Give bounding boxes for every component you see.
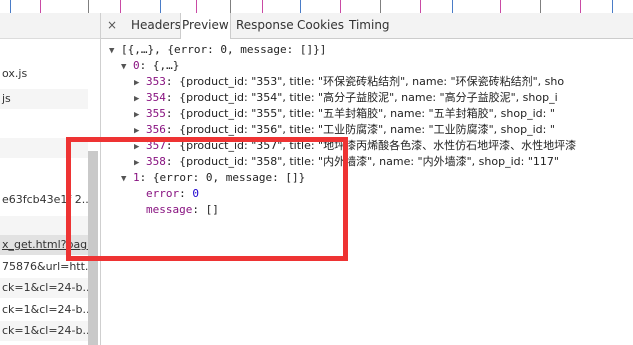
timeline-tick [230,0,231,13]
timeline-tick [10,0,11,13]
timeline-tick [452,0,453,13]
product-index: 354 [146,91,166,104]
root-summary: [{,…}, {error: 0, message: []}] [121,43,327,56]
product-row[interactable]: ▶ 356: {product_id: "356", title: "工业防腐漆… [134,122,555,138]
request-row[interactable]: ck=1&cl=24-b... [0,278,88,298]
request-row[interactable] [0,113,88,133]
timeline-tick [262,0,263,13]
timeline-tick [500,0,501,13]
tree-item-0[interactable]: ▼ 0: {,…} [121,58,179,74]
timeline-tick [300,0,301,13]
details-tabbar: × Headers Preview Response Cookies Timin… [101,13,633,39]
timeline-tick [340,0,341,13]
request-row[interactable]: js [0,89,88,109]
request-row[interactable]: ox.js [0,64,88,84]
timeline-tick [580,0,581,13]
caret-down-icon[interactable]: ▼ [109,46,114,56]
tab-preview[interactable]: Preview [180,13,231,39]
product-summary: {product_id: "353", title: "环保瓷砖粘结剂", na… [179,75,565,88]
timeline-tick [612,0,613,13]
timeline-tick [380,0,381,13]
tree-root[interactable]: ▼ [{,…}, {error: 0, message: []}] [109,42,326,58]
request-row[interactable]: ck=1&cl=24-b... [0,300,88,320]
timeline-tick [88,0,89,13]
close-icon[interactable]: × [107,18,117,32]
timeline-tick [420,0,421,13]
item-summary: {,…} [152,59,180,72]
tab-timing[interactable]: Timing [349,13,390,38]
caret-down-icon[interactable]: ▼ [121,62,126,72]
timeline-tick [40,0,41,13]
caret-right-icon[interactable]: ▶ [134,126,139,136]
caret-right-icon[interactable]: ▶ [134,110,139,120]
caret-right-icon[interactable]: ▶ [134,78,139,88]
product-summary: {product_id: "355", title: "五羊封箱胶", name… [179,107,555,120]
timeline-tick [196,0,197,13]
timeline-tick [540,0,541,13]
item-index: 0 [133,59,140,72]
product-row[interactable]: ▶ 353: {product_id: "353", title: "环保瓷砖粘… [134,74,564,90]
product-row[interactable]: ▶ 355: {product_id: "355", title: "五羊封箱胶… [134,106,555,122]
request-list-header [0,13,100,39]
caret-right-icon[interactable]: ▶ [134,94,139,104]
product-summary: {product_id: "356", title: "工业防腐漆", name… [179,123,555,136]
tab-headers[interactable]: Headers [131,13,181,38]
product-summary: {product_id: "354", title: "高分子益胶泥", nam… [179,91,558,104]
product-index: 353 [146,75,166,88]
timeline-tick [120,0,121,13]
timeline-overview [0,0,633,14]
product-index: 356 [146,123,166,136]
product-row[interactable]: ▶ 354: {product_id: "354", title: "高分子益胶… [134,90,558,106]
red-highlight-box [66,137,348,261]
request-row[interactable]: ck=1&cl=24-b... [0,321,88,341]
tab-response[interactable]: Response [236,13,294,38]
product-index: 355 [146,107,166,120]
timeline-tick [160,0,161,13]
tab-cookies[interactable]: Cookies [297,13,344,38]
